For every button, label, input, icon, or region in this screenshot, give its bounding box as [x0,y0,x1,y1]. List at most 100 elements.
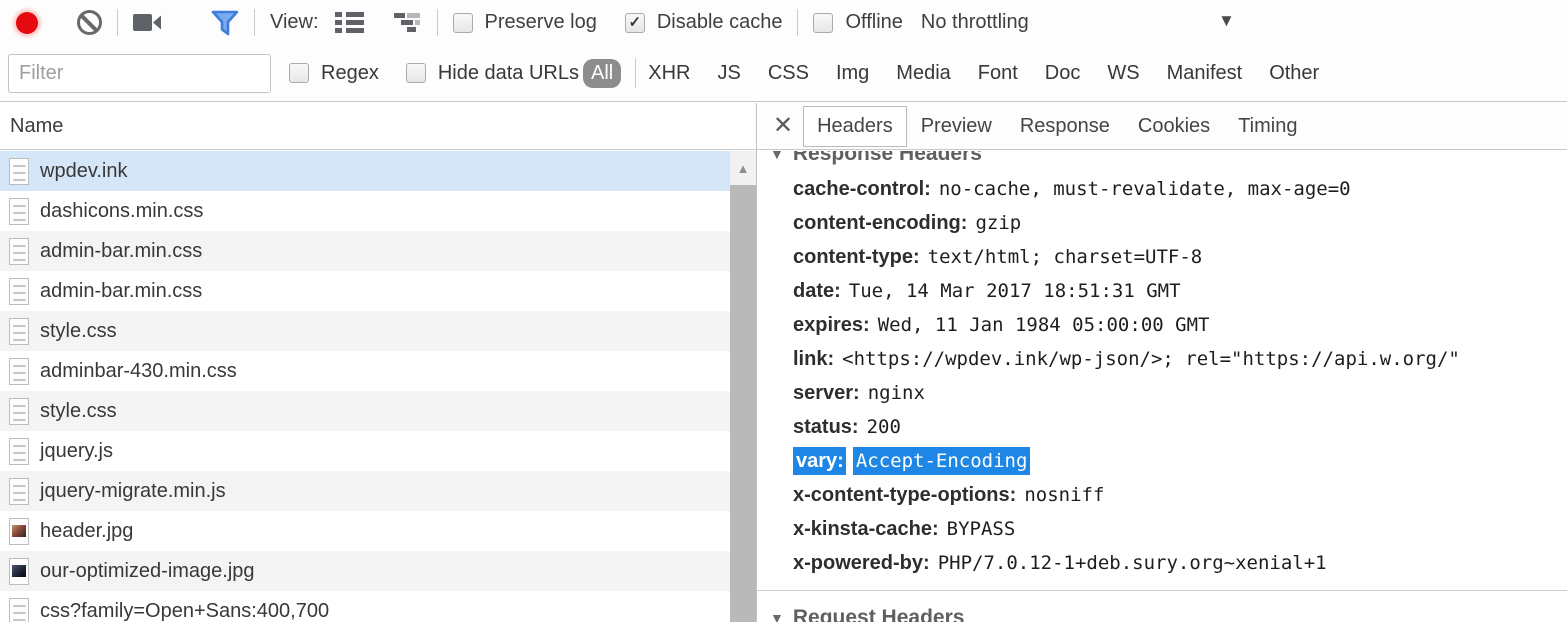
request-name: admin-bar.min.css [40,240,202,263]
list-scrollbar[interactable]: ▲ [730,151,756,622]
header-value: Wed, 11 Jan 1984 05:00:00 GMT [878,314,1210,336]
filter-input[interactable] [8,54,271,93]
table-row[interactable]: css?family=Open+Sans:400,700 [0,591,730,622]
tab-preview[interactable]: Preview [907,106,1006,147]
clear-icon[interactable] [77,10,102,35]
table-row[interactable]: dashicons.min.css [0,191,730,231]
filter-type-img[interactable]: Img [836,62,869,85]
table-row[interactable]: header.jpg [0,511,730,551]
header-value: no-cache, must-revalidate, max-age=0 [939,178,1351,200]
request-rows: wpdev.ink dashicons.min.css admin-bar.mi… [0,151,730,622]
toolbar-separator [437,9,438,36]
header-row: status: 200 [793,411,1567,445]
document-icon [9,478,29,505]
toolbar-separator [797,9,798,36]
details-tabs-bar: ✕ Headers Preview Response Cookies Timin… [757,103,1567,150]
header-value: BYPASS [947,518,1016,540]
request-list-pane: Name wpdev.ink dashicons.min.css admin-b… [0,103,757,622]
section-title-label: Request Headers [793,603,965,622]
filter-type-media[interactable]: Media [896,62,950,85]
preserve-log-label[interactable]: Preserve log [485,11,597,34]
record-button[interactable] [16,12,38,34]
filter-funnel-icon[interactable] [211,10,239,36]
disable-cache-label[interactable]: Disable cache [657,11,783,34]
request-name: style.css [40,320,117,343]
table-row[interactable]: admin-bar.min.css [0,231,730,271]
toolbar-separator [117,9,118,36]
header-row: server:nginx [793,377,1567,411]
table-row[interactable]: our-optimized-image.jpg [0,551,730,591]
table-row[interactable]: jquery-migrate.min.js [0,471,730,511]
view-list-icon[interactable] [335,12,364,33]
filter-type-ws[interactable]: WS [1107,62,1139,85]
offline-checkbox[interactable]: ✓ [813,13,833,33]
filter-type-manifest[interactable]: Manifest [1167,62,1243,85]
filter-type-all[interactable]: All [583,59,621,88]
header-value: <https://wpdev.ink/wp-json/>; rel="https… [842,348,1460,370]
header-row: x-content-type-options: nosniff [793,479,1567,513]
header-value: 200 [867,416,901,438]
header-row: x-powered-by:PHP/7.0.12-1+deb.sury.org~x… [793,547,1567,581]
table-row[interactable]: wpdev.ink [0,151,730,191]
hide-data-urls-label[interactable]: Hide data URLs [438,62,579,85]
table-row[interactable]: admin-bar.min.css [0,271,730,311]
header-name: x-kinsta-cache: [793,518,939,540]
header-name: content-encoding: [793,212,967,234]
regex-label[interactable]: Regex [321,62,379,85]
document-icon [9,198,29,225]
tab-cookies[interactable]: Cookies [1124,106,1224,147]
devtools-network-panel: View: ✓ Preserve log ✓ Disable cache ✓ O… [0,0,1567,622]
request-name: our-optimized-image.jpg [40,560,255,583]
filmstrip-capture-icon[interactable] [133,12,163,33]
header-row: link:<https://wpdev.ink/wp-json/>; rel="… [793,343,1567,377]
tab-response[interactable]: Response [1006,106,1124,147]
request-headers-section[interactable]: ▼ Request Headers [757,603,1567,622]
close-icon[interactable]: ✕ [773,114,793,138]
scrollbar-thumb[interactable] [730,185,756,622]
filter-type-css[interactable]: CSS [768,62,809,85]
table-row[interactable]: adminbar-430.min.css [0,351,730,391]
preserve-log-checkbox[interactable]: ✓ [453,13,473,33]
document-icon [9,238,29,265]
header-value: text/html; charset=UTF-8 [928,246,1203,268]
section-title-label: Response Headers [793,151,982,169]
filter-type-font[interactable]: Font [978,62,1018,85]
header-value: nosniff [1024,484,1104,506]
header-name: status: [793,416,859,438]
view-waterfall-icon[interactable] [394,13,422,32]
filter-type-js[interactable]: JS [717,62,740,85]
view-label: View: [270,11,319,34]
header-value: Tue, 14 Mar 2017 18:51:31 GMT [849,280,1181,302]
table-row[interactable]: jquery.js [0,431,730,471]
tab-headers[interactable]: Headers [803,106,907,147]
checkmark-icon: ✓ [629,13,642,31]
table-row[interactable]: style.css [0,311,730,351]
hide-data-urls-checkbox[interactable]: ✓ [406,63,426,83]
response-headers-section[interactable]: ▼ Response Headers [757,151,1567,169]
header-name: content-type: [793,246,920,268]
disable-cache-checkbox[interactable]: ✓ [625,13,645,33]
throttling-select[interactable]: No throttling [921,11,1029,34]
throttling-dropdown-icon[interactable]: ▼ [1218,11,1235,31]
name-column-header[interactable]: Name [0,103,756,150]
scroll-up-icon[interactable]: ▲ [730,151,756,185]
header-value: PHP/7.0.12-1+deb.sury.org~xenial+1 [938,552,1327,574]
header-value: Accept-Encoding [853,447,1031,475]
header-row: date:Tue, 14 Mar 2017 18:51:31 GMT [793,275,1567,309]
filter-type-xhr[interactable]: XHR [648,62,690,85]
header-row: expires:Wed, 11 Jan 1984 05:00:00 GMT [793,309,1567,343]
offline-label[interactable]: Offline [845,11,902,34]
response-headers-list: cache-control: no-cache, must-revalidate,… [757,169,1567,581]
request-name: admin-bar.min.css [40,280,202,303]
header-name: x-content-type-options: [793,484,1016,506]
filter-type-doc[interactable]: Doc [1045,62,1081,85]
header-name: cache-control: [793,178,931,200]
request-name: header.jpg [40,520,133,543]
request-name: css?family=Open+Sans:400,700 [40,600,329,622]
document-icon [9,398,29,425]
tab-timing[interactable]: Timing [1224,106,1311,147]
filter-type-other[interactable]: Other [1269,62,1319,85]
regex-checkbox[interactable]: ✓ [289,63,309,83]
document-icon [9,318,29,345]
table-row[interactable]: style.css [0,391,730,431]
